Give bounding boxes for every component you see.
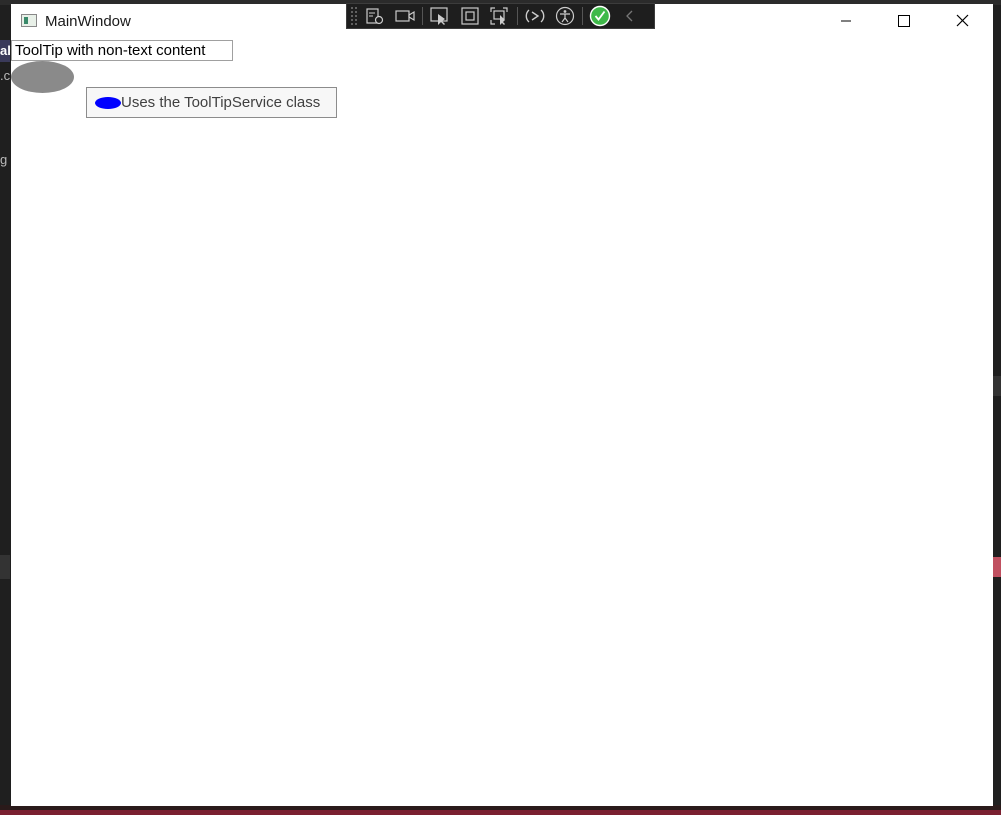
background-ide-fragment: .c bbox=[0, 68, 10, 83]
accessibility-icon bbox=[555, 6, 575, 26]
minimize-icon bbox=[841, 20, 851, 21]
background-ide-fragment bbox=[0, 810, 1001, 815]
tooltip-host-label[interactable]: ToolTip with non-text content bbox=[11, 40, 233, 61]
tooltip-popup: Uses the ToolTipService class bbox=[86, 87, 337, 118]
gray-ellipse[interactable] bbox=[11, 61, 74, 93]
record-icon bbox=[395, 10, 415, 22]
collapse-toolbar-button[interactable] bbox=[617, 5, 643, 27]
maximize-icon bbox=[898, 14, 910, 27]
display-layout-adorners-icon bbox=[461, 7, 479, 25]
select-element-button[interactable] bbox=[427, 5, 453, 27]
blue-ellipse bbox=[95, 96, 121, 109]
minimize-button[interactable] bbox=[817, 4, 875, 37]
background-ide-fragment: al bbox=[0, 40, 10, 62]
binding-check-button[interactable] bbox=[587, 5, 613, 27]
toolbar-separator bbox=[422, 7, 423, 25]
hot-reload-button[interactable] bbox=[522, 5, 548, 27]
select-element-icon bbox=[430, 7, 448, 25]
app-window-icon bbox=[21, 14, 37, 27]
hot-reload-icon bbox=[525, 9, 545, 23]
background-ide-fragment bbox=[0, 555, 10, 579]
background-ide-fragment bbox=[993, 376, 1001, 396]
close-button[interactable] bbox=[933, 4, 991, 37]
display-layout-adorners-button[interactable] bbox=[457, 5, 483, 27]
close-icon bbox=[956, 14, 968, 27]
toolbar-grip[interactable] bbox=[350, 6, 358, 26]
record-button[interactable] bbox=[392, 5, 418, 27]
accessibility-button[interactable] bbox=[552, 5, 578, 27]
background-ide-fragment: g bbox=[0, 152, 8, 167]
binding-check-icon bbox=[589, 5, 611, 27]
background-ide-fragment bbox=[993, 557, 1001, 577]
track-focus-button[interactable] bbox=[487, 5, 513, 27]
main-window: MainWindow ToolTip with non-text content… bbox=[11, 4, 993, 806]
collapse-chevron-icon bbox=[626, 10, 633, 22]
window-title: MainWindow bbox=[45, 13, 131, 30]
toolbar-separator bbox=[582, 7, 583, 25]
maximize-button[interactable] bbox=[875, 4, 933, 37]
track-focus-icon bbox=[490, 7, 508, 25]
live-visual-tree-icon bbox=[366, 8, 384, 25]
toolbar-separator bbox=[517, 7, 518, 25]
tooltip-text: Uses the ToolTipService class bbox=[121, 94, 321, 111]
live-visual-tree-button[interactable] bbox=[362, 5, 388, 27]
debug-toolbar bbox=[346, 3, 655, 29]
